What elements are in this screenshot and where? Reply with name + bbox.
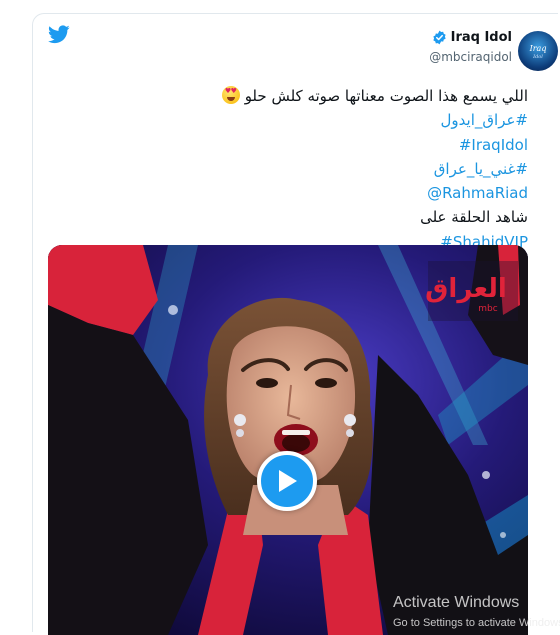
- mention-link-rahmariad[interactable]: @RahmaRiad: [427, 184, 528, 202]
- video-player[interactable]: العراق mbc: [48, 245, 528, 635]
- author-handle[interactable]: @mbciraqidol: [429, 50, 512, 64]
- heart-eyes-emoji-icon: [221, 86, 240, 104]
- channel-logo-sub: mbc: [478, 304, 497, 314]
- verified-badge-icon: [432, 30, 446, 45]
- twitter-bird-icon[interactable]: [48, 25, 70, 44]
- channel-logo: العراق: [425, 274, 507, 304]
- tweet-text: اللي يسمع هذا الصوت معناتها صوته كلش حلو…: [68, 84, 528, 254]
- play-icon: [279, 470, 297, 492]
- hashtag-link-iraqidol[interactable]: #IraqIdol: [459, 136, 528, 154]
- hashtag-link-sing-iraq[interactable]: #غني_يا_عراق: [434, 160, 528, 178]
- hashtag-link-iraq-idol-arabic[interactable]: #عراق_ايدول: [441, 111, 528, 129]
- avatar[interactable]: Iraq Idol: [518, 31, 558, 71]
- author-name-row[interactable]: Iraq Idol: [432, 30, 512, 45]
- author-display-name[interactable]: Iraq Idol: [451, 30, 512, 45]
- tweet-card[interactable]: Iraq Idol @mbciraqidol Iraq Idol اللي يس…: [32, 13, 558, 635]
- tweet-line-1: اللي يسمع هذا الصوت معناتها صوته كلش حلو: [68, 84, 528, 108]
- avatar-logo-subtext: Idol: [533, 54, 543, 60]
- tweet-watch-text: شاهد الحلقة على: [420, 208, 528, 227]
- play-button[interactable]: [257, 451, 317, 511]
- tweet-sentence: اللي يسمع هذا الصوت معناتها صوته كلش حلو: [244, 87, 528, 105]
- avatar-logo-text: Iraq: [529, 44, 547, 53]
- video-thumbnail: العراق mbc: [48, 245, 528, 635]
